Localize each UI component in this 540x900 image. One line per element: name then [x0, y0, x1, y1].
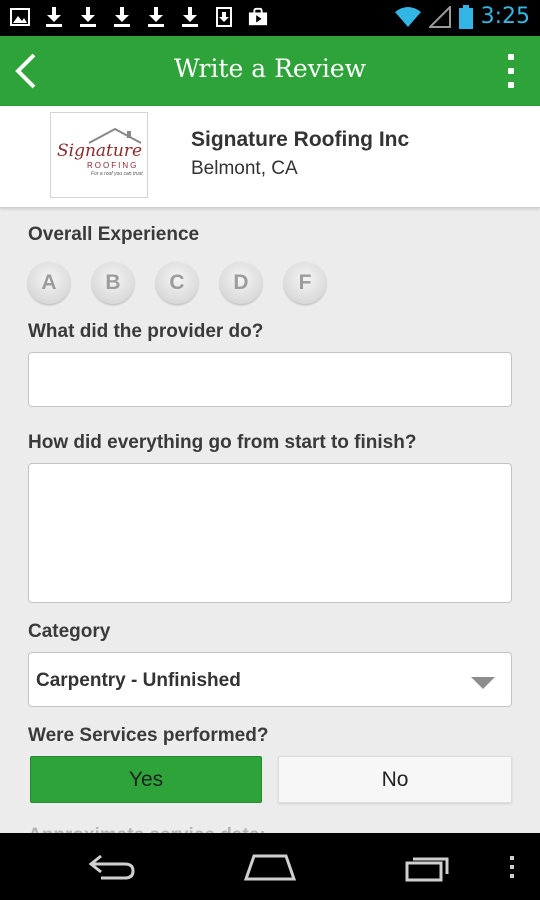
- provider-location: Belmont, CA: [191, 158, 298, 179]
- download-icon: [44, 6, 64, 28]
- overflow-dot: [508, 54, 514, 60]
- battery-icon: [458, 4, 473, 29]
- category-select[interactable]: Carpentry - Unfinished: [28, 652, 512, 707]
- grade-b-button[interactable]: B: [92, 262, 134, 304]
- logo-tagline: For a roof you can trust: [91, 171, 143, 177]
- image-icon: [10, 6, 30, 28]
- menu-icon: [510, 856, 514, 878]
- download-icon: [180, 6, 200, 28]
- recent-apps-icon: [405, 857, 449, 882]
- status-bar: 3:25: [0, 0, 540, 36]
- start-to-finish-textarea[interactable]: [28, 463, 512, 603]
- category-value: Carpentry - Unfinished: [36, 670, 241, 691]
- menu-button[interactable]: [498, 845, 526, 889]
- grade-selector: A B C D F: [28, 262, 326, 304]
- notification-icons: [10, 6, 268, 28]
- provider-logo: Signature ROOFING For a roof you can tru…: [50, 112, 148, 198]
- grade-d-button[interactable]: D: [220, 262, 262, 304]
- recent-apps-button[interactable]: [398, 845, 458, 889]
- clock: 3:25: [480, 4, 530, 29]
- download-icon: [112, 6, 132, 28]
- page-title: Write a Review: [173, 54, 367, 83]
- yes-button[interactable]: Yes: [30, 756, 262, 803]
- logo-sub: ROOFING: [87, 161, 139, 170]
- back-nav-button[interactable]: [82, 845, 142, 889]
- dropdown-arrow-icon: [471, 677, 495, 689]
- service-date-label: Approximate service date:: [28, 822, 266, 833]
- start-to-finish-label: How did everything go from start to fini…: [28, 432, 417, 453]
- home-nav-icon: [243, 854, 297, 881]
- shopping-bag-icon: [248, 6, 268, 28]
- system-icons: 3:25: [394, 4, 530, 29]
- navigation-bar: [0, 833, 540, 900]
- category-label: Category: [28, 621, 111, 642]
- grade-a-button[interactable]: A: [28, 262, 70, 304]
- logo-script: Signature: [57, 141, 143, 161]
- overflow-menu-button[interactable]: [504, 54, 518, 88]
- provider-name: Signature Roofing Inc: [191, 128, 410, 151]
- provider-did-input[interactable]: [28, 352, 512, 407]
- wifi-icon: [394, 6, 421, 27]
- overall-experience-label: Overall Experience: [28, 224, 200, 245]
- back-nav-icon: [88, 854, 135, 880]
- signal-icon: [428, 5, 451, 28]
- services-performed-label: Were Services performed?: [28, 725, 269, 746]
- provider-did-label: What did the provider do?: [28, 321, 264, 342]
- provider-header: Signature ROOFING For a roof you can tru…: [0, 106, 540, 208]
- no-button[interactable]: No: [278, 756, 512, 803]
- grade-f-button[interactable]: F: [284, 262, 326, 304]
- overflow-dot: [508, 68, 514, 74]
- download-icon: [78, 6, 98, 28]
- download-icon: [146, 6, 166, 28]
- grade-c-button[interactable]: C: [156, 262, 198, 304]
- sd-card-icon: [214, 6, 234, 28]
- overflow-dot: [508, 82, 514, 88]
- home-nav-button[interactable]: [240, 845, 300, 889]
- action-bar: Write a Review: [0, 36, 540, 106]
